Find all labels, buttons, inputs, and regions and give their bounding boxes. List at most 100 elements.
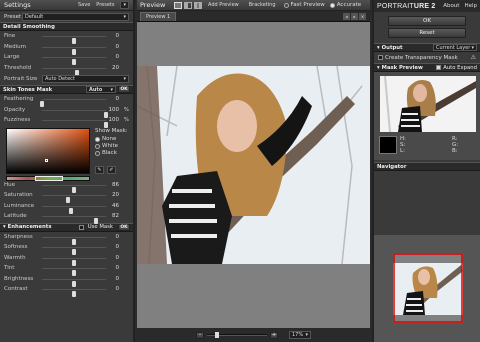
mask-preview-header[interactable]: ▾ Mask Preview Auto Expand: [374, 63, 480, 72]
split-view-icon[interactable]: [184, 1, 192, 9]
zoom-slider-knob[interactable]: [215, 332, 219, 338]
skin-ok-button[interactable]: OK: [118, 86, 130, 93]
contrast-value[interactable]: 0: [107, 286, 120, 292]
skin-tones-mask-header[interactable]: Skin Tones Mask Auto OK: [0, 85, 133, 94]
warmth-value[interactable]: 0: [107, 255, 120, 261]
threshold-value[interactable]: 20: [107, 65, 119, 71]
output-collapse-icon[interactable]: ▾: [377, 45, 380, 51]
skin-color-field[interactable]: [6, 127, 90, 174]
preview-title: Preview: [140, 1, 166, 9]
reset-button[interactable]: Reset: [388, 28, 466, 38]
skin-mode-select[interactable]: Auto: [86, 86, 116, 93]
preset-select[interactable]: Default: [22, 12, 129, 21]
about-link[interactable]: About: [443, 3, 459, 9]
brightness-slider[interactable]: [42, 278, 106, 287]
enhancements-ok-button[interactable]: OK: [118, 223, 130, 231]
softness-value[interactable]: 0: [107, 244, 120, 250]
sharpness-value[interactable]: 0: [107, 234, 120, 240]
preview-tab[interactable]: Preview 1: [140, 12, 177, 21]
saturation-slider[interactable]: [42, 195, 106, 203]
navigator-header[interactable]: Navigator: [374, 162, 480, 171]
fuzziness-value[interactable]: 100: [107, 117, 120, 123]
enhancement-slider-row: Warmth 0: [0, 253, 133, 266]
hue-value[interactable]: 86: [107, 182, 119, 188]
accurate-radio[interactable]: [329, 2, 335, 8]
ok-button[interactable]: OK: [388, 16, 466, 26]
latitude-slider[interactable]: [42, 216, 106, 224]
softness-slider[interactable]: [42, 247, 106, 255]
luminance-slider[interactable]: [42, 205, 106, 214]
large-value[interactable]: 0: [107, 54, 120, 60]
output-header[interactable]: ▾ Output Current Layer: [374, 43, 480, 52]
auto-expand-checkbox[interactable]: [436, 65, 442, 70]
show-mask-radio[interactable]: [95, 136, 100, 142]
hsl-readout: H: S: L:: [400, 136, 406, 154]
skin-slider-row: Feathering 0: [0, 94, 133, 107]
warmth-slider[interactable]: [42, 257, 106, 266]
collapse-arrow-icon[interactable]: ▾: [3, 224, 6, 230]
show-mask-radio[interactable]: [95, 143, 100, 149]
save-button[interactable]: Save: [78, 2, 90, 8]
presets-menu-icon[interactable]: ▾: [120, 1, 129, 9]
fast-preview-radio[interactable]: [283, 2, 289, 8]
preview-canvas[interactable]: [137, 22, 370, 328]
show-mask-radio[interactable]: [95, 150, 100, 156]
tint-slider[interactable]: [42, 268, 106, 276]
bracketing-button[interactable]: Bracketing: [249, 2, 276, 8]
brightness-value[interactable]: 0: [107, 276, 120, 282]
show-mask-option[interactable]: None: [95, 136, 128, 143]
portrait-size-select[interactable]: Auto Detect: [42, 75, 129, 83]
hue-slider[interactable]: [42, 184, 106, 193]
skin-color-marker[interactable]: [45, 158, 48, 162]
zoom-slider[interactable]: [207, 332, 267, 338]
zoom-in-button[interactable]: +: [270, 331, 278, 339]
eyedropper-icon[interactable]: ✐: [107, 165, 116, 174]
contrast-slider[interactable]: [42, 289, 106, 297]
tab-next-icon[interactable]: ▸: [351, 13, 358, 20]
fuzziness-label: Fuzziness: [4, 117, 31, 124]
saturation-value[interactable]: 20: [107, 192, 119, 198]
tab-prev-icon[interactable]: ◂: [343, 13, 350, 20]
fuzziness-slider[interactable]: [42, 120, 108, 128]
latitude-slider-knob[interactable]: [94, 218, 99, 224]
presets-button[interactable]: Presets: [96, 2, 114, 8]
opacity-slider[interactable]: [42, 109, 108, 118]
single-view-icon[interactable]: [174, 1, 182, 9]
luminance-value[interactable]: 46: [107, 203, 119, 209]
contrast-slider-knob[interactable]: [72, 291, 76, 297]
navigator-image[interactable]: [393, 253, 463, 323]
fine-value[interactable]: 0: [107, 33, 120, 39]
use-mask-checkbox[interactable]: [78, 224, 84, 230]
feathering-value[interactable]: 0: [107, 96, 120, 102]
softness-label: Softness: [4, 244, 28, 251]
tint-value[interactable]: 0: [107, 265, 120, 271]
medium-slider[interactable]: [42, 46, 106, 55]
output-select[interactable]: Current Layer: [433, 44, 477, 51]
detail-slider-row: Fine 0: [0, 31, 133, 44]
threshold-slider[interactable]: [42, 67, 106, 76]
sharpness-slider[interactable]: [42, 236, 106, 245]
side-by-side-view-icon[interactable]: [194, 1, 202, 9]
zoom-out-button[interactable]: -: [196, 331, 204, 339]
tab-close-icon[interactable]: ✕: [359, 13, 366, 20]
eyedropper-add-icon[interactable]: ✎: [95, 165, 104, 174]
add-preview-button[interactable]: Add Preview: [208, 2, 239, 8]
transparency-checkbox[interactable]: [378, 55, 383, 60]
show-mask-option[interactable]: Black: [95, 150, 128, 157]
enhancements-header[interactable]: ▾ Enhancements Use Mask OK: [0, 222, 133, 232]
skin-color-slider-row: Saturation 20: [0, 190, 133, 203]
contrast-label: Contrast: [4, 286, 28, 293]
feathering-slider[interactable]: [40, 99, 106, 107]
medium-value[interactable]: 0: [107, 44, 120, 50]
latitude-value[interactable]: 82: [107, 213, 119, 219]
zoom-select[interactable]: 17%: [289, 331, 311, 339]
large-slider[interactable]: [42, 57, 106, 65]
help-link[interactable]: Help: [464, 3, 477, 9]
fine-slider[interactable]: [42, 36, 106, 44]
mask-collapse-icon[interactable]: ▾: [377, 65, 380, 71]
warning-icon: ⚠: [470, 54, 476, 61]
skin-color-slider-row: Latitude 82: [0, 211, 133, 224]
opacity-value[interactable]: 100: [107, 107, 120, 113]
show-mask-option[interactable]: White: [95, 143, 128, 150]
detail-smoothing-header[interactable]: Detail Smoothing: [0, 22, 133, 31]
